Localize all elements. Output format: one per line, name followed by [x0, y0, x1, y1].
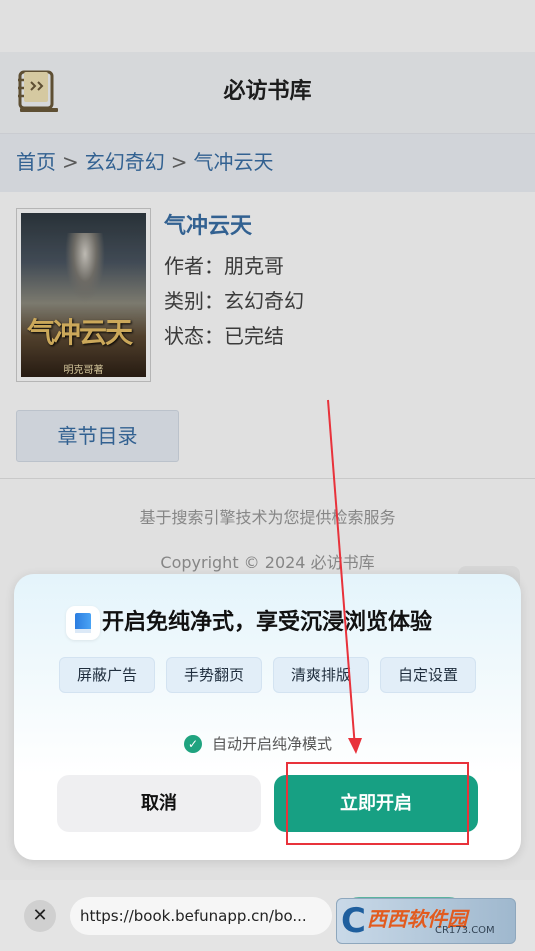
watermark-sub: CR173.COM	[435, 925, 495, 936]
watermark-logo: C 西西软件园 CR173.COM	[336, 898, 516, 944]
tag-gesture-paging: 手势翻页	[166, 657, 262, 693]
watermark-c-icon: C	[341, 901, 366, 941]
tag-clean-layout: 清爽排版	[273, 657, 369, 693]
dialog-title: 开启免纯净式，享受沉浸浏览体验	[102, 610, 433, 635]
annotation-highlight-box	[286, 762, 469, 845]
page: 必访书库 首页 > 玄幻奇幻 > 气冲云天 气冲云天 明克哥著 气冲云天 作者：朋克哥 …	[0, 0, 535, 951]
close-icon[interactable]: ✕	[24, 900, 56, 932]
tag-block-ads: 屏蔽广告	[59, 657, 155, 693]
tag-custom-settings: 自定设置	[380, 657, 476, 693]
cancel-button[interactable]: 取消	[57, 775, 261, 832]
check-icon[interactable]: ✓	[184, 735, 202, 753]
auto-enable-label: 自动开启纯净模式	[212, 735, 333, 753]
book-icon	[66, 606, 100, 640]
url-bar[interactable]: https://book.befunapp.cn/bo...	[70, 897, 332, 935]
